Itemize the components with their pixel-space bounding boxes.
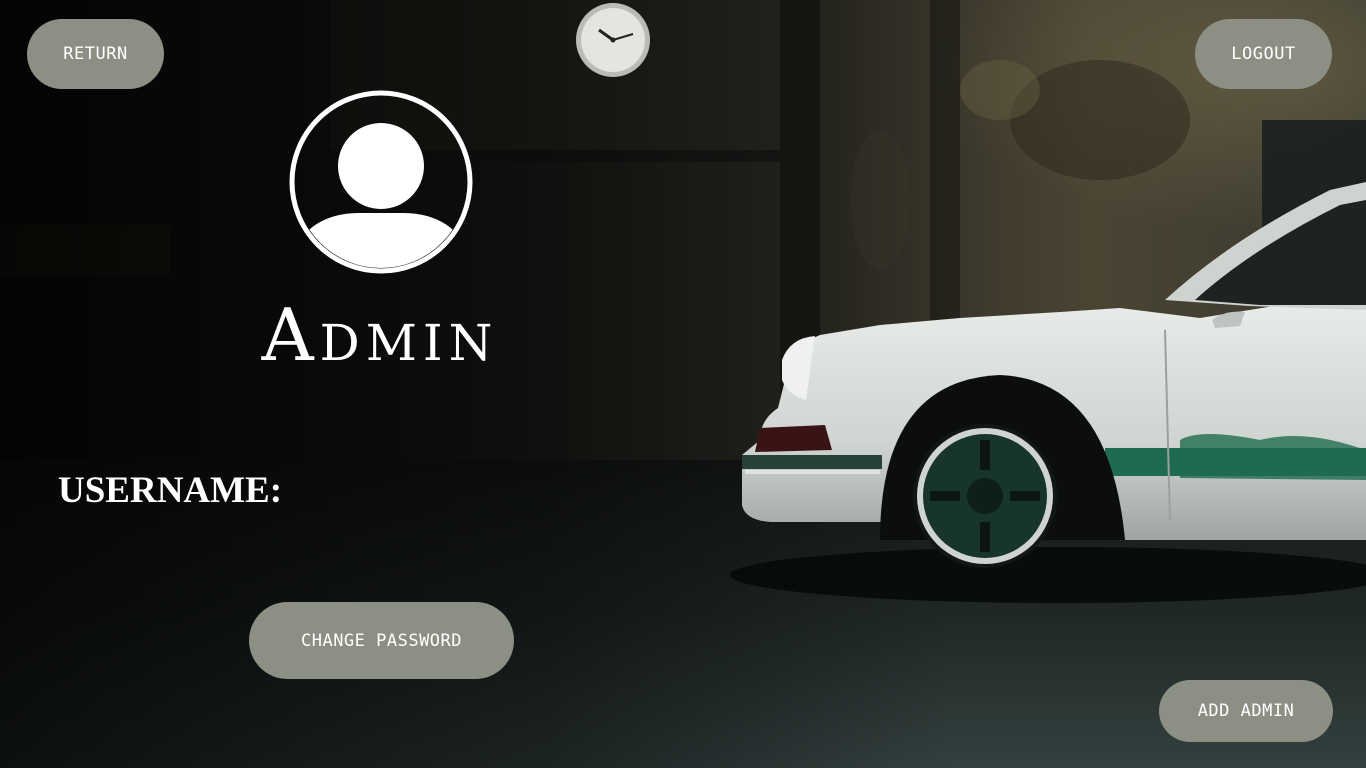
change-password-button[interactable]: CHANGE PASSWORD (249, 602, 514, 679)
admin-profile-page: RETURN LOGOUT Admin USERNAME: CHANGE PAS… (0, 0, 1366, 768)
background-garage-scene (0, 0, 1366, 768)
return-button[interactable]: RETURN (27, 19, 164, 89)
username-label: USERNAME: (58, 470, 283, 511)
wall-clock (576, 3, 650, 77)
logout-button[interactable]: LOGOUT (1195, 19, 1332, 89)
add-admin-button[interactable]: ADD ADMIN (1159, 680, 1333, 742)
user-avatar-icon (289, 90, 473, 274)
page-title: Admin (261, 293, 499, 377)
